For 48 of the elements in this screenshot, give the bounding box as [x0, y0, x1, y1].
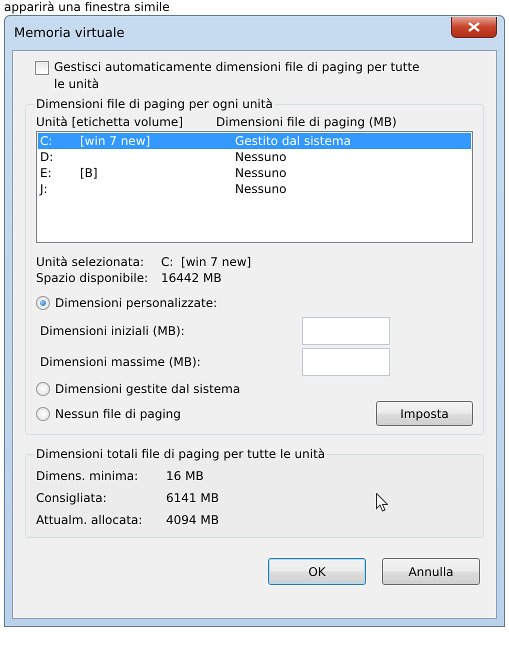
- input-field[interactable]: [302, 348, 390, 376]
- group-title: Dimensioni file di paging per ogni unità: [35, 97, 274, 111]
- total-label: Attualm. allocata:: [36, 513, 142, 527]
- group-title: Dimensioni totali file di paging per tutte le unità: [35, 447, 326, 461]
- cursor-icon: [376, 493, 388, 512]
- checkbox-label: Gestisci automaticamente dimensioni file di paging per tutte le unità: [54, 59, 421, 93]
- paging-size: Nessuno: [235, 181, 286, 197]
- drive-row[interactable]: E: [B] Nessuno: [38, 165, 471, 181]
- drive-list[interactable]: C: [win 7 new] Gestito dal sistema D: Nessuno E: [B] Nessuno J: Nessuno: [36, 131, 473, 243]
- radio-button[interactable]: [36, 382, 50, 396]
- total-value: 6141 MB: [166, 491, 219, 505]
- total-value: 16 MB: [166, 469, 204, 483]
- checkbox[interactable]: [35, 61, 49, 75]
- close-icon: [468, 22, 480, 32]
- column-header: Dimensioni file di paging (MB): [216, 115, 397, 129]
- total-label: Consigliata:: [36, 491, 107, 505]
- total-value: 4094 MB: [166, 513, 219, 527]
- radio-label: Dimensioni gestite dal sistema: [55, 382, 240, 396]
- drive-row[interactable]: J: Nessuno: [38, 181, 471, 197]
- info-label: Unità selezionata:: [36, 255, 145, 269]
- info-label: Spazio disponibile:: [36, 271, 150, 285]
- set-button[interactable]: Imposta: [376, 401, 473, 426]
- drive-letter: J:: [38, 181, 49, 197]
- radio-label: Nessun file di paging: [55, 406, 181, 420]
- field-label: Dimensioni massime (MB):: [40, 354, 201, 368]
- ok-button[interactable]: OK: [268, 558, 366, 585]
- volume-label: [win 7 new]: [80, 133, 152, 149]
- drive-letter: D:: [39, 149, 54, 165]
- field-label: Dimensioni iniziali (MB):: [40, 324, 185, 338]
- close-button[interactable]: [451, 16, 497, 38]
- info-value: C: [win 7 new]: [161, 255, 252, 269]
- radio-label: Dimensioni personalizzate:: [55, 296, 218, 310]
- drive-row[interactable]: D: Nessuno: [38, 149, 471, 165]
- drive-letter: C:: [39, 133, 54, 149]
- column-header: Unità [etichetta volume]: [36, 115, 184, 129]
- input-field[interactable]: [302, 316, 390, 344]
- paging-size: Nessuno: [235, 149, 286, 165]
- caption: apparirà una finestra simile: [3, 0, 171, 15]
- window-title: Memoria virtuale: [13, 26, 124, 40]
- paging-size: Nessuno: [235, 165, 286, 181]
- volume-label: [B]: [80, 165, 99, 181]
- radio-button[interactable]: [36, 296, 50, 310]
- paging-size: Gestito dal sistema: [235, 133, 351, 149]
- total-label: Dimens. minima:: [36, 469, 138, 483]
- cancel-button[interactable]: Annulla: [382, 558, 480, 585]
- drive-letter: E:: [39, 165, 53, 181]
- radio-button[interactable]: [36, 406, 50, 420]
- info-value: 16442 MB: [161, 271, 223, 285]
